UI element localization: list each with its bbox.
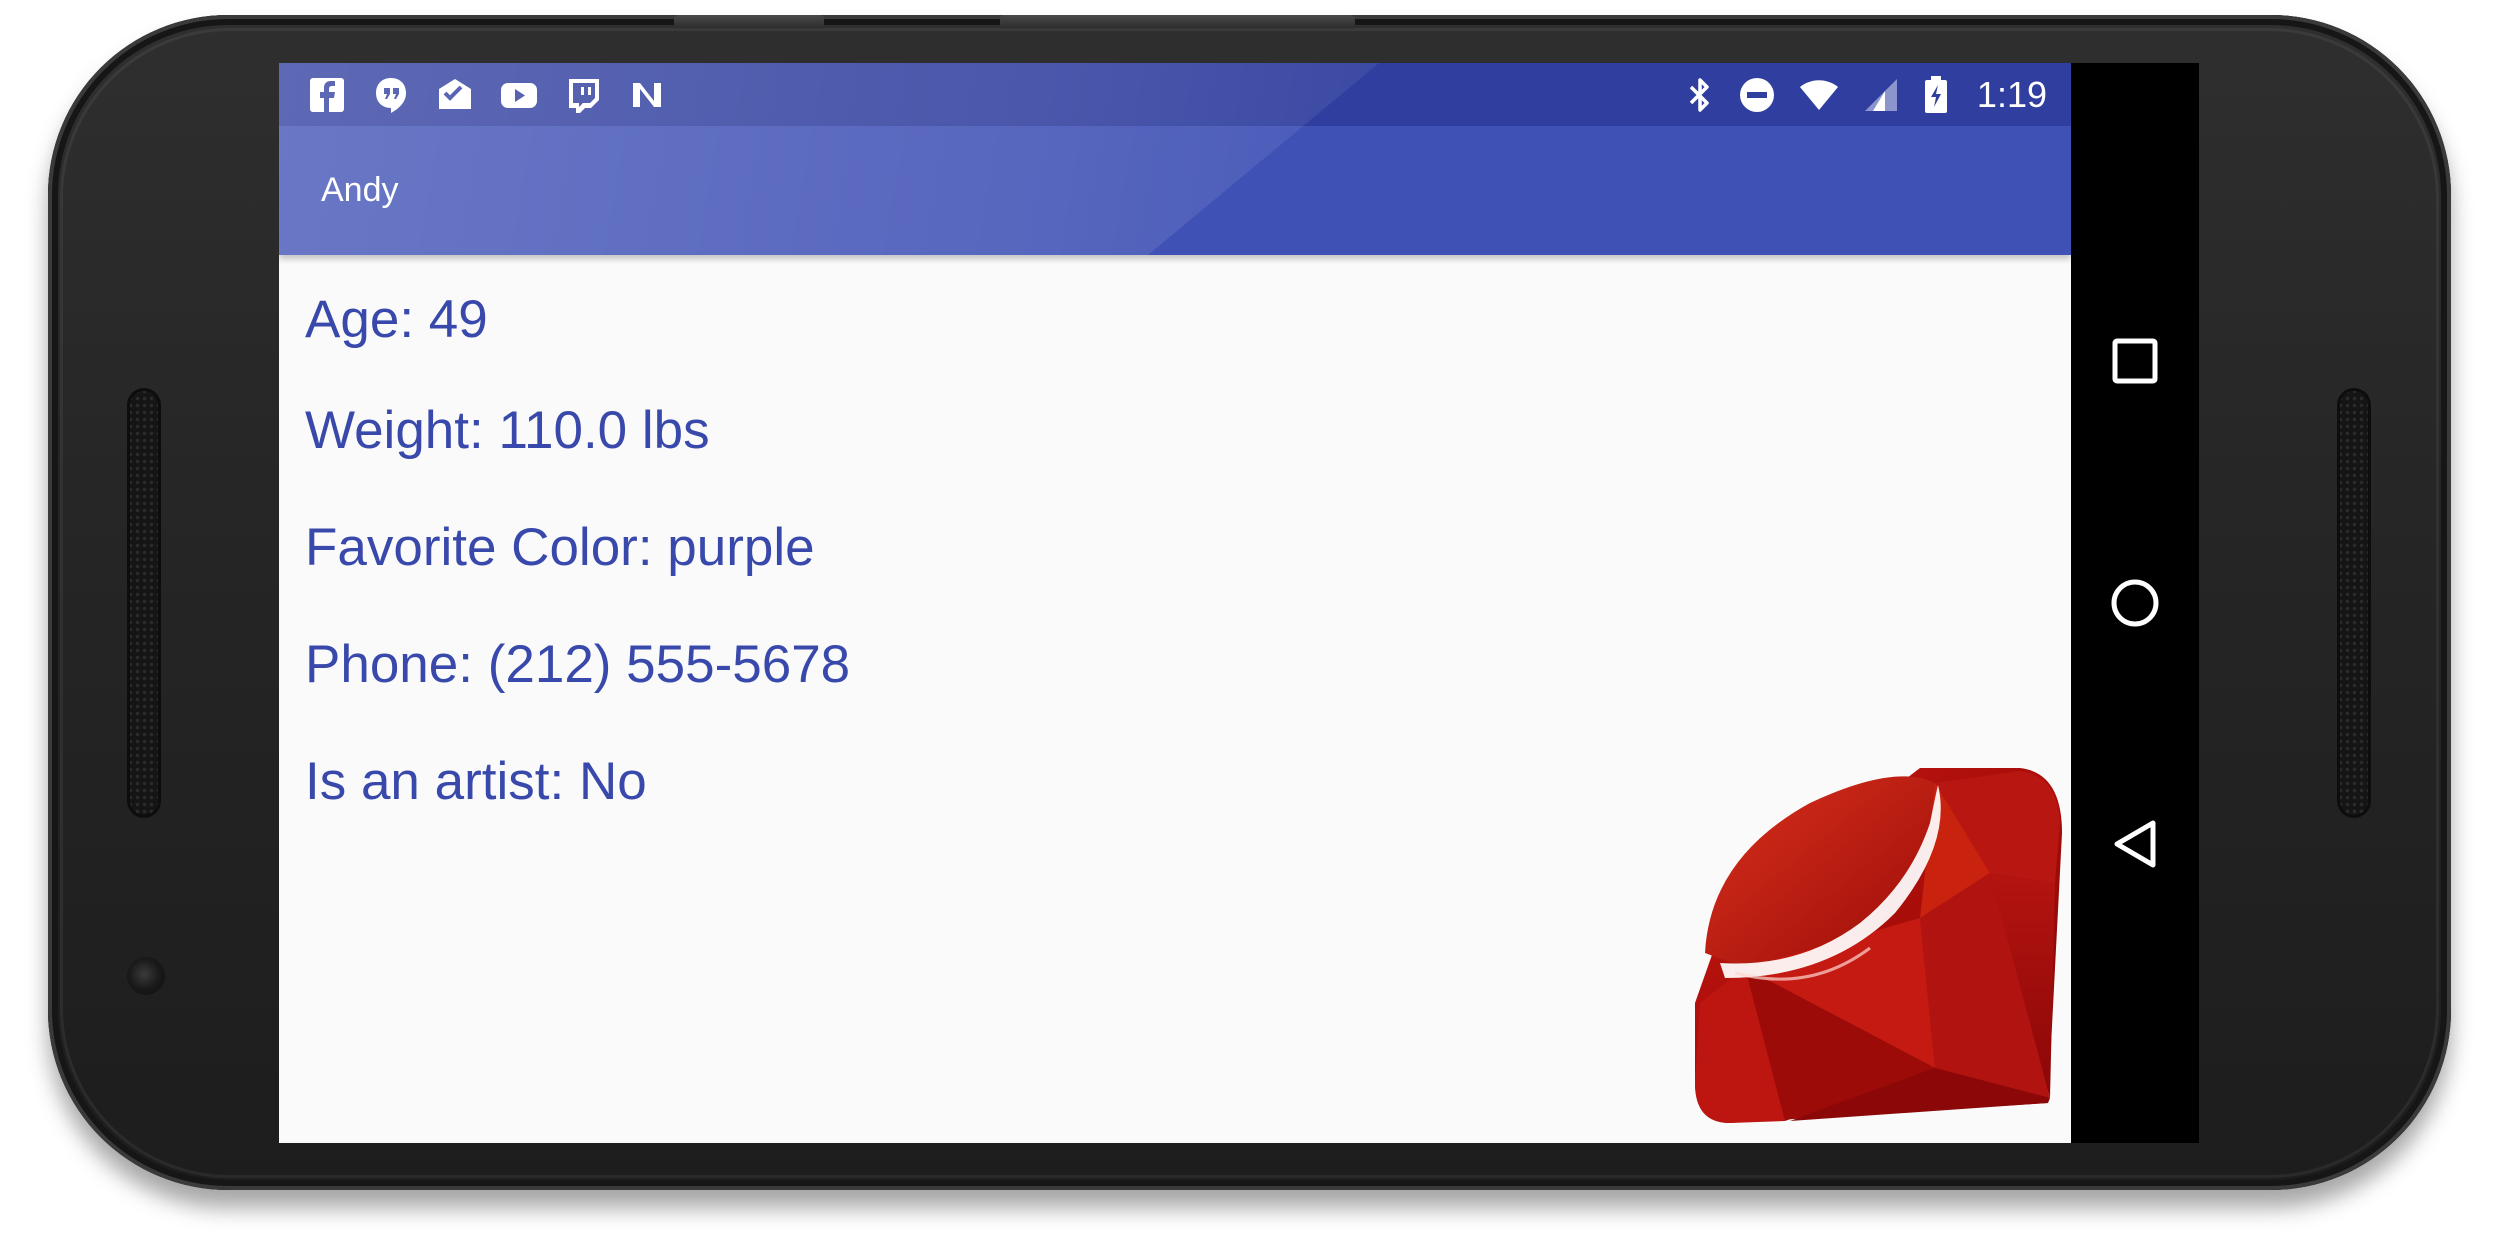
facebook-icon (307, 75, 347, 115)
square-recents-icon (2112, 338, 2158, 384)
right-speaker-grille (2337, 388, 2371, 818)
bluetooth-icon (1685, 75, 1715, 115)
home-button[interactable] (2071, 539, 2199, 667)
phone-top-button-right (1000, 15, 1355, 29)
device-screen: 1:19 Andy Age 49 Weight 110.0 lbs Favori… (279, 63, 2199, 1143)
status-time: 1:19 (1976, 74, 2047, 115)
weight-label: Weight (305, 400, 498, 461)
status-bar: 1:19 (279, 63, 2071, 126)
do-not-disturb-icon (1737, 75, 1777, 115)
profile-details: Age 49 Weight 110.0 lbs Favorite Color p… (305, 255, 2005, 840)
front-camera (127, 957, 165, 995)
age-label: Age (305, 289, 429, 350)
app-toolbar: Andy (279, 126, 2071, 255)
age-value: 49 (428, 290, 488, 349)
phone-value: (212) 555-5678 (487, 635, 851, 694)
inbox-icon (435, 75, 475, 115)
phone-row: Phone (212) 555-5678 (305, 606, 2005, 723)
navigation-bar (2071, 63, 2199, 1143)
cell-signal-icon (1861, 75, 1901, 115)
is-artist-label: Is an artist (305, 751, 579, 812)
youtube-icon (499, 75, 539, 115)
notification-icons (307, 71, 667, 119)
recents-button[interactable] (2071, 297, 2199, 425)
favorite-color-label: Favorite Color (305, 517, 667, 578)
hangouts-icon (371, 75, 411, 115)
triangle-back-icon (2114, 820, 2156, 868)
twitch-icon (563, 75, 603, 115)
wifi-icon (1799, 75, 1839, 115)
app-title: Andy (321, 171, 399, 209)
is-artist-row: Is an artist No (305, 723, 2005, 840)
favorite-color-value: purple (667, 518, 815, 577)
left-speaker-grille (127, 388, 161, 818)
battery-charging-icon (1923, 75, 1949, 115)
system-icons: 1:19 (1685, 71, 2047, 119)
n-icon (627, 75, 667, 115)
age-row: Age 49 (305, 267, 2005, 372)
circle-home-icon (2111, 579, 2159, 627)
is-artist-value: No (578, 752, 647, 811)
phone-top-button-left (674, 15, 824, 29)
favorite-color-row: Favorite Color purple (305, 489, 2005, 606)
device-frame-stage: 1:19 Andy Age 49 Weight 110.0 lbs Favori… (0, 0, 2497, 1234)
weight-value: 110.0 lbs (498, 401, 710, 460)
back-button[interactable] (2071, 780, 2199, 908)
phone-label: Phone (305, 634, 488, 695)
weight-row: Weight 110.0 lbs (305, 372, 2005, 489)
